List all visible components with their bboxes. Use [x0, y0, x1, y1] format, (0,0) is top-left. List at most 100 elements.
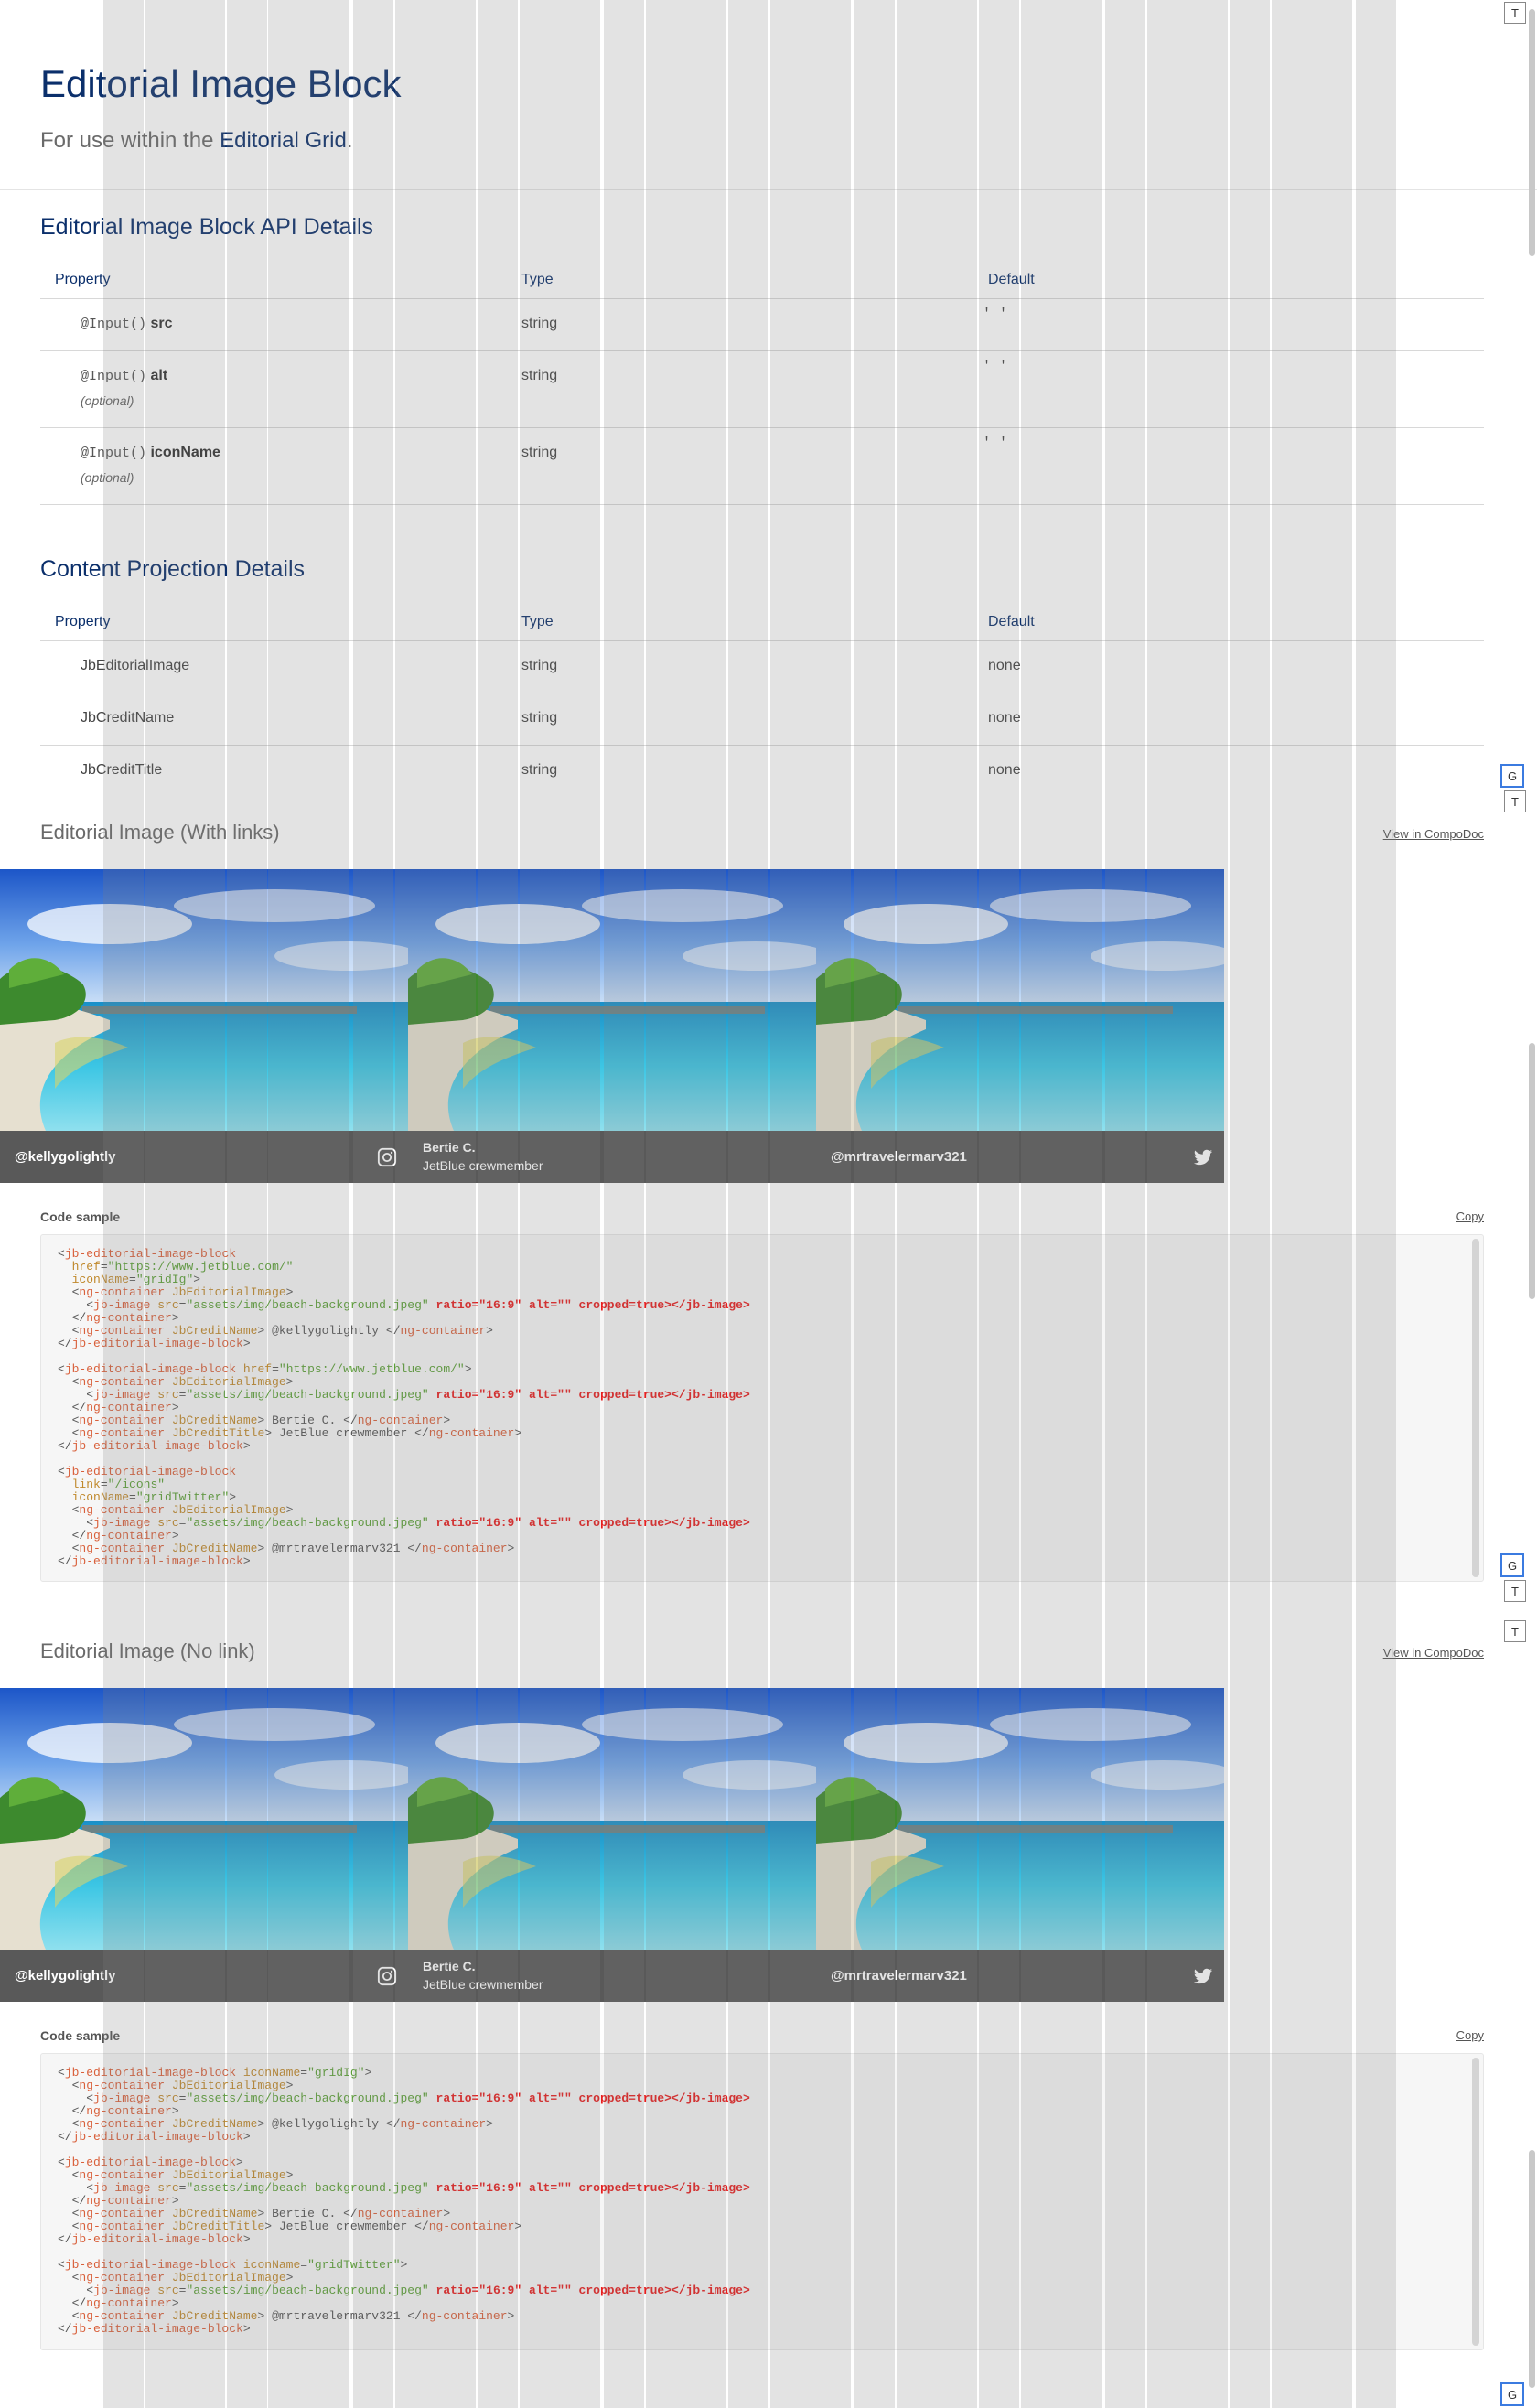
subtitle-period: . — [346, 128, 353, 153]
grid-toggle-marker[interactable]: G — [1500, 1553, 1524, 1577]
table-row: @Input() iconName (optional) string ' ' — [40, 427, 1484, 505]
projection-table: Property Type Default JbEditorialImage s… — [40, 604, 1484, 798]
type-cell: string — [507, 298, 973, 351]
property-cell: JbEditorialImage — [40, 640, 507, 693]
credit-name: @kellygolightly — [15, 1968, 116, 1983]
table-row: @Input() src string ' ' — [40, 298, 1484, 351]
credit-title: JetBlue crewmember — [423, 1977, 543, 1992]
default-cell: ' ' — [973, 350, 1484, 428]
property-cell: @Input() iconName (optional) — [40, 427, 507, 505]
api-heading: Editorial Image Block API Details — [40, 214, 374, 240]
type-cell: string — [507, 427, 973, 505]
code-sample[interactable]: <jb-editorial-image-block href="https://… — [40, 1234, 1484, 1582]
code-scrollbar[interactable] — [1472, 2058, 1479, 2346]
editorial-image-block[interactable]: @mrtravelermarv321 — [816, 869, 1224, 1229]
column-header-type: Type — [507, 604, 973, 641]
type-cell: string — [507, 693, 973, 746]
optional-label: (optional) — [81, 470, 134, 485]
page-subtitle: For use within the Editorial Grid. — [40, 128, 352, 154]
beach-image — [0, 869, 408, 1131]
credit-bar: @mrtravelermarv321 — [816, 1950, 1224, 2002]
editorial-image-block: @kellygolightly — [0, 1688, 408, 2048]
credit-name: @kellygolightly — [15, 1149, 116, 1165]
beach-image — [0, 1688, 408, 1950]
divider — [0, 189, 1537, 190]
property-name: iconName — [150, 445, 220, 460]
table-row: JbCreditName string none — [40, 693, 1484, 746]
copy-button[interactable]: Copy — [1456, 1209, 1484, 1223]
property-cell: JbCreditTitle — [81, 762, 163, 778]
decorator-label: @Input() — [81, 317, 147, 332]
subtitle-text: For use within the — [40, 128, 220, 153]
editorial-image-strip-nolink: @kellygolightly Bertie C. JetBlue crewme… — [0, 1688, 1224, 2048]
property-name: src — [150, 316, 173, 331]
code-sample[interactable]: <jb-editorial-image-block iconName="grid… — [40, 2053, 1484, 2350]
twitter-icon — [1193, 1968, 1213, 1984]
view-compodoc-link[interactable]: View in CompoDoc — [1383, 827, 1484, 841]
code-block: <jb-editorial-image-block href="https://… — [58, 1247, 750, 1568]
editorial-grid-link[interactable]: Editorial Grid — [220, 128, 347, 153]
grid-toggle-marker[interactable]: G — [1500, 2382, 1524, 2406]
type-cell: string — [521, 762, 558, 778]
text-toggle-marker[interactable]: T — [1504, 2, 1526, 24]
optional-label: (optional) — [81, 393, 134, 408]
beach-image — [816, 869, 1224, 1131]
decorator-label: @Input() — [81, 369, 147, 384]
demo-title-nolink: Editorial Image (No link) — [40, 1639, 255, 1662]
editorial-image-block[interactable]: Bertie C. JetBlue crewmember — [408, 869, 816, 1229]
column-header-default: Default — [973, 262, 1484, 299]
credit-title: JetBlue crewmember — [423, 1158, 543, 1173]
credit-bar: @mrtravelermarv321 — [816, 1131, 1224, 1183]
editorial-image-block[interactable]: @kellygolightly — [0, 869, 408, 1229]
property-cell: @Input() src — [40, 298, 507, 351]
page-scrollbar-thumb[interactable] — [1529, 9, 1535, 256]
credit-bar: @kellygolightly — [0, 1950, 408, 2002]
table-row: JbCreditTitle string none — [40, 746, 1484, 798]
property-name: alt — [150, 368, 168, 383]
code-block: <jb-editorial-image-block iconName="grid… — [58, 2066, 750, 2336]
editorial-image-block: Bertie C. JetBlue crewmember — [408, 1688, 816, 2048]
property-cell: JbCreditName — [40, 693, 507, 746]
editorial-image-block: @mrtravelermarv321 — [816, 1688, 1224, 2048]
view-compodoc-link[interactable]: View in CompoDoc — [1383, 1646, 1484, 1660]
text-toggle-marker[interactable]: T — [1504, 1620, 1526, 1642]
type-cell: string — [507, 640, 973, 693]
api-table: Property Type Default @Input() src strin… — [40, 262, 1484, 505]
page-scrollbar-thumb[interactable] — [1529, 1043, 1535, 1299]
default-cell: none — [988, 762, 1021, 778]
decorator-label: @Input() — [81, 446, 147, 461]
credit-name: Bertie C. — [423, 1140, 476, 1155]
default-cell: none — [973, 640, 1484, 693]
column-header-property: Property — [40, 262, 507, 299]
credit-name: @mrtravelermarv321 — [831, 1149, 967, 1165]
credit-name: Bertie C. — [423, 1959, 476, 1973]
instagram-icon — [377, 1966, 397, 1986]
copy-button[interactable]: Copy — [1456, 2028, 1484, 2042]
page-scrollbar-thumb[interactable] — [1529, 2150, 1535, 2388]
credit-bar: Bertie C. JetBlue crewmember — [408, 1950, 816, 2002]
demo-title-links: Editorial Image (With links) — [40, 821, 280, 844]
default-cell: ' ' — [973, 298, 1484, 351]
table-row: JbEditorialImage string none — [40, 640, 1484, 693]
credit-bar: @kellygolightly — [0, 1131, 408, 1183]
instagram-icon — [377, 1147, 397, 1167]
default-cell: none — [973, 693, 1484, 746]
editorial-image-strip-links: @kellygolightly Bertie C. JetBlue crewme… — [0, 869, 1224, 1229]
table-row: @Input() alt (optional) string ' ' — [40, 350, 1484, 428]
grid-toggle-marker[interactable]: G — [1500, 764, 1524, 788]
column-header-default: Default — [973, 604, 1484, 641]
type-cell: string — [507, 350, 973, 428]
credit-bar: Bertie C. JetBlue crewmember — [408, 1131, 816, 1183]
property-cell: @Input() alt (optional) — [40, 350, 507, 428]
credit-name: @mrtravelermarv321 — [831, 1968, 967, 1983]
text-toggle-marker[interactable]: T — [1504, 790, 1526, 812]
beach-image — [408, 1688, 816, 1950]
code-scrollbar[interactable] — [1472, 1239, 1479, 1577]
code-sample-label: Code sample — [40, 1209, 121, 1224]
text-toggle-marker[interactable]: T — [1504, 1580, 1526, 1602]
beach-image — [408, 869, 816, 1131]
page-title: Editorial Image Block — [40, 62, 402, 105]
twitter-icon — [1193, 1149, 1213, 1166]
projection-heading: Content Projection Details — [40, 556, 306, 582]
beach-image — [816, 1688, 1224, 1950]
